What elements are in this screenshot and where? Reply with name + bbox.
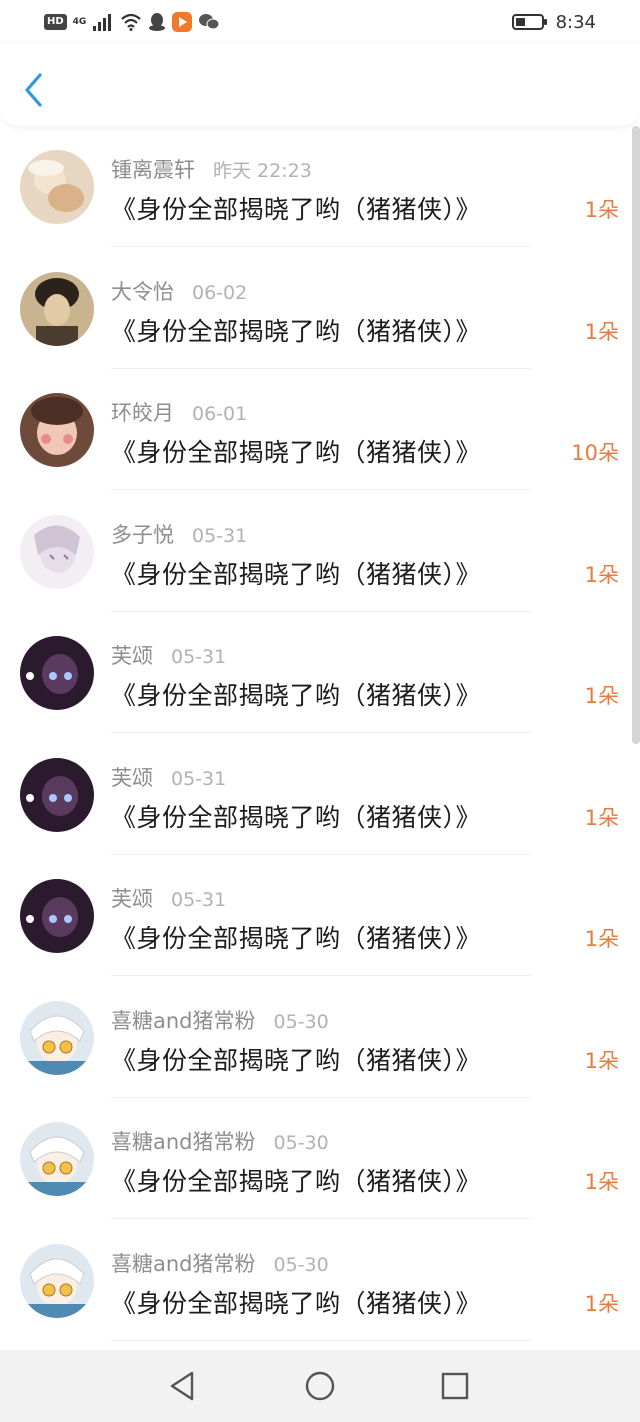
hd-indicator: HD [44,14,67,30]
avatar[interactable] [20,879,94,953]
timestamp: 05-31 [192,524,248,547]
list-item[interactable]: 芙颂 05-31 《身份全部揭晓了哟（猪猪侠）》 1朵 [0,612,640,734]
flower-count: 1朵 [584,927,619,951]
item-title[interactable]: 《身份全部揭晓了哟（猪猪侠）》 [111,1162,481,1198]
username[interactable]: 环皎月 [111,397,174,427]
item-title[interactable]: 《身份全部揭晓了哟（猪猪侠）》 [111,312,481,348]
username[interactable]: 大令怡 [111,276,174,306]
avatar[interactable] [20,150,94,224]
chevron-left-icon [25,73,42,107]
username[interactable]: 锺离震轩 [111,154,195,184]
flower-count: 1朵 [584,562,619,587]
timestamp: 05-31 [171,889,227,911]
status-right: 8:34 [511,10,596,34]
status-left: HD 4G [44,10,220,34]
network-type: 4G [72,16,87,27]
avatar[interactable] [20,1122,94,1196]
avatar[interactable] [20,757,94,832]
username[interactable]: 芙颂 [111,640,153,670]
username[interactable]: 喜糖and猪常粉 [111,1126,256,1156]
flower-count: 1朵 [584,1170,619,1194]
timestamp: 06-01 [192,403,248,425]
avatar[interactable] [20,393,94,467]
username[interactable]: 芙颂 [111,762,153,792]
status-bar: HD 4G 8:34 [0,0,640,44]
flower-count: 1朵 [584,1048,619,1073]
flower-count: 1朵 [584,319,619,344]
timestamp: 05-30 [273,1010,329,1033]
list-item[interactable]: 大令怡 06-02 《身份全部揭晓了哟（猪猪侠）》 1朵 [0,248,640,370]
avatar[interactable] [20,1000,94,1075]
header [0,44,640,126]
row-meta: 喜糖and猪常粉 05-30 [111,1005,329,1035]
username[interactable]: 喜糖and猪常粉 [111,1248,256,1278]
system-nav-bar [0,1350,640,1422]
row-meta: 芙颂 05-31 [111,640,226,670]
gift-list: 锺离震轩 昨天 22:23 《身份全部揭晓了哟（猪猪侠）》 1朵 大令怡 06-… [0,126,640,1341]
timestamp: 05-31 [171,767,227,790]
timestamp: 05-30 [273,1132,329,1154]
row-meta: 喜糖and猪常粉 05-30 [111,1126,329,1156]
list-item[interactable]: 锺离震轩 昨天 22:23 《身份全部揭晓了哟（猪猪侠）》 1朵 [0,126,640,248]
avatar[interactable] [20,271,94,346]
timestamp: 昨天 22:23 [213,160,312,182]
avatar[interactable] [20,514,94,589]
list-item[interactable]: 喜糖and猪常粉 05-30 《身份全部揭晓了哟（猪猪侠）》 1朵 [0,977,640,1099]
recents-square-icon [441,1372,469,1400]
list-item[interactable]: 芙颂 05-31 《身份全部揭晓了哟（猪猪侠）》 1朵 [0,734,640,856]
item-title[interactable]: 《身份全部揭晓了哟（猪猪侠）》 [111,798,481,834]
list-item[interactable]: 芙颂 05-31 《身份全部揭晓了哟（猪猪侠）》 1朵 [0,855,640,977]
timestamp: 06-02 [192,281,248,304]
nav-recents-button[interactable] [437,1368,473,1404]
item-title[interactable]: 《身份全部揭晓了哟（猪猪侠）》 [111,1284,481,1320]
row-meta: 多子悦 05-31 [111,519,247,549]
timestamp: 05-30 [273,1253,329,1276]
timestamp: 05-31 [171,646,227,668]
item-title[interactable]: 《身份全部揭晓了哟（猪猪侠）》 [111,1041,481,1077]
item-title[interactable]: 《身份全部揭晓了哟（猪猪侠）》 [111,433,481,469]
home-circle-icon [305,1371,335,1401]
row-meta: 芙颂 05-31 [111,883,226,913]
row-meta: 喜糖and猪常粉 05-30 [111,1248,329,1278]
avatar[interactable] [20,636,94,710]
row-meta: 环皎月 06-01 [111,397,247,427]
video-app-icon [172,12,193,32]
username[interactable]: 多子悦 [111,519,174,549]
clock: 8:34 [555,11,596,33]
username[interactable]: 芙颂 [111,883,153,913]
back-triangle-icon [170,1371,194,1401]
list-item[interactable]: 喜糖and猪常粉 05-30 《身份全部揭晓了哟（猪猪侠）》 1朵 [0,1098,640,1220]
flower-count: 1朵 [584,684,619,708]
row-meta: 芙颂 05-31 [111,762,226,792]
username[interactable]: 喜糖and猪常粉 [111,1005,256,1035]
avatar[interactable] [20,1243,94,1318]
wechat-icon [199,14,220,30]
flower-count: 1朵 [584,805,619,830]
signal-icon [93,14,112,31]
item-title[interactable]: 《身份全部揭晓了哟（猪猪侠）》 [111,555,481,591]
item-title[interactable]: 《身份全部揭晓了哟（猪猪侠）》 [111,919,481,955]
item-title[interactable]: 《身份全部揭晓了哟（猪猪侠）》 [111,190,481,226]
item-title[interactable]: 《身份全部揭晓了哟（猪猪侠）》 [111,676,481,712]
battery-icon [511,14,547,30]
nav-back-button[interactable] [164,1368,200,1404]
wifi-icon [121,13,142,31]
flower-count: 1朵 [584,198,619,222]
row-meta: 锺离震轩 昨天 22:23 [111,154,312,184]
list-item[interactable]: 喜糖and猪常粉 05-30 《身份全部揭晓了哟（猪猪侠）》 1朵 [0,1220,640,1342]
flower-count: 10朵 [571,441,619,465]
back-button[interactable] [16,70,52,110]
qq-icon [149,13,166,31]
list-item[interactable]: 环皎月 06-01 《身份全部揭晓了哟（猪猪侠）》 10朵 [0,369,640,491]
list-item[interactable]: 多子悦 05-31 《身份全部揭晓了哟（猪猪侠）》 1朵 [0,491,640,613]
scrollbar[interactable] [632,126,640,744]
nav-home-button[interactable] [302,1368,338,1404]
flower-count: 1朵 [584,1291,619,1316]
divider [111,1339,531,1341]
row-meta: 大令怡 06-02 [111,276,247,306]
